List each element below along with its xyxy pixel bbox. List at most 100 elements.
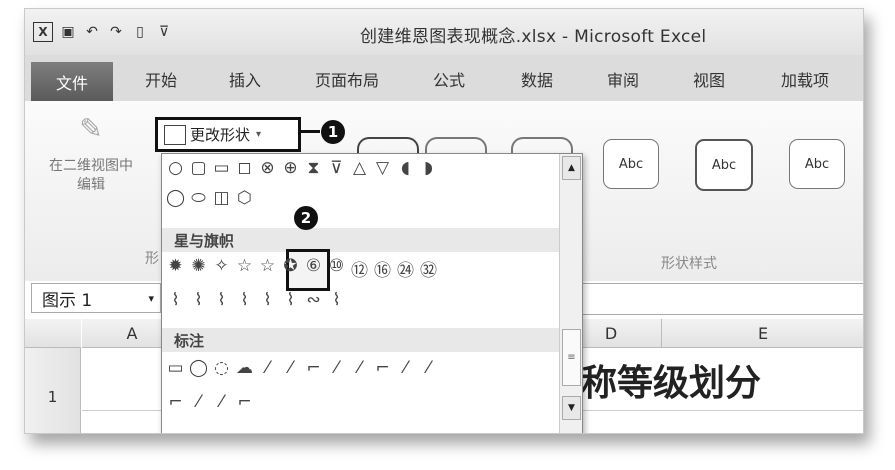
shape-item[interactable]: ✺ [189, 256, 208, 281]
shape-item[interactable]: ⌐ [166, 392, 185, 412]
edit-label-line2: 编辑 [77, 177, 105, 193]
tab-insert[interactable]: 插入 [229, 67, 261, 91]
save-icon[interactable]: ▣ [59, 23, 77, 41]
callout-1: 1 [321, 120, 345, 144]
shape-item[interactable]: ⑩ [327, 256, 346, 281]
shape-item[interactable]: ⁄ [396, 358, 415, 378]
shape-item[interactable]: ☆ [235, 256, 254, 281]
shape-item[interactable]: ㉜ [419, 256, 438, 281]
group-label-shape: 形 [145, 251, 159, 267]
shape-style-3[interactable]: Abc [789, 139, 845, 189]
shape-item[interactable]: ∾ [304, 290, 323, 310]
shape-item[interactable]: ⁄ [212, 392, 231, 412]
shape-item[interactable]: ⌇ [189, 290, 208, 310]
shape-item[interactable]: ◗ [419, 158, 438, 178]
shape-item[interactable]: ◫ [212, 188, 231, 208]
quick-access-toolbar: X ▣ ↶ ↷ ▯ ⊽ [33, 21, 179, 43]
redo-icon[interactable]: ↷ [107, 23, 125, 41]
shape-item[interactable]: ✪ [281, 256, 300, 281]
shape-item[interactable]: ⧗ [304, 158, 323, 178]
change-shape-button[interactable]: 更改形状 ▾ [155, 117, 301, 152]
undo-icon[interactable]: ↶ [83, 23, 101, 41]
shape-item[interactable]: ⌇ [166, 290, 185, 310]
shape-item[interactable]: ⌐ [304, 358, 323, 378]
shape-row-callouts-1: ▭ ◯ ◌ ☁ ⁄ ⁄ ⌐ ⁄ ⁄ ⌐ ⁄ ⁄ [166, 358, 438, 378]
tab-home[interactable]: 开始 [145, 67, 177, 91]
scroll-down-icon[interactable]: ▼ [562, 396, 581, 420]
shape-item[interactable]: ⁄ [350, 358, 369, 378]
tab-view[interactable]: 视图 [693, 67, 725, 91]
scroll-thumb[interactable]: ≡ [562, 329, 581, 386]
callout-1-leader [298, 130, 320, 133]
shape-item[interactable]: ⁄ [419, 358, 438, 378]
name-box-value: 图示 1 [42, 290, 93, 311]
shape-row-basic-1: ○ ▢ ▭ ◻ ⊗ ⊕ ⧗ ⊽ △ ▽ ◖ ◗ [166, 158, 438, 178]
row-header-1[interactable]: 1 [25, 348, 81, 410]
shape-item[interactable]: ◖ [396, 158, 415, 178]
shape-item[interactable]: ⁄ [189, 392, 208, 412]
shape-item[interactable]: ◌ [212, 358, 231, 378]
tab-formulas[interactable]: 公式 [433, 67, 465, 91]
gallery-scrollbar[interactable]: ▲ ≡ ▼ [559, 154, 582, 433]
callout-2: 2 [294, 206, 318, 230]
shape-item[interactable]: ✧ [212, 256, 231, 281]
shape-item[interactable]: ◯ [166, 188, 185, 208]
edit-label-line1: 在二维视图中 [49, 158, 133, 174]
shape-item[interactable]: ⁄ [327, 358, 346, 378]
shape-item[interactable]: ☁ [235, 358, 254, 378]
shape-item[interactable]: ▭ [212, 158, 231, 178]
shape-style-2[interactable]: Abc [695, 139, 753, 191]
shape-item[interactable]: ▽ [373, 158, 392, 178]
shape-item[interactable]: ◯ [189, 358, 208, 378]
shape-item[interactable]: ⊗ [258, 158, 277, 178]
shape-item[interactable]: ▭ [166, 358, 185, 378]
shape-item[interactable]: ⊽ [327, 158, 346, 178]
shape-item[interactable]: ⌇ [281, 290, 300, 310]
cell-text: 称等级划分 [581, 363, 762, 404]
shape-item[interactable]: △ [350, 158, 369, 178]
shape-item[interactable]: ⌇ [327, 290, 346, 310]
shape-item[interactable]: ⑫ [350, 256, 369, 281]
tab-addins[interactable]: 加载项 [781, 67, 829, 91]
section-stars-banners: 星与旗帜 [162, 228, 560, 252]
shape-row-stars-2: ⌇ ⌇ ⌇ ⌇ ⌇ ⌇ ∾ ⌇ [166, 290, 346, 310]
shape-item[interactable]: ㉔ [396, 256, 415, 281]
shape-item[interactable]: ○ [166, 158, 185, 178]
customize-icon[interactable]: ⊽ [155, 23, 173, 41]
excel-window: X ▣ ↶ ↷ ▯ ⊽ 创建维恩图表现概念.xlsx - Microsoft E… [24, 8, 864, 434]
excel-logo-icon[interactable]: X [33, 22, 53, 42]
column-header-e[interactable]: E [661, 319, 863, 348]
shape-item[interactable]: ⁄ [258, 358, 277, 378]
new-doc-icon[interactable]: ▯ [131, 23, 149, 41]
shape-item[interactable]: ⌐ [235, 392, 254, 412]
shape-item[interactable]: ⊕ [281, 158, 300, 178]
title-bar: X ▣ ↶ ↷ ▯ ⊽ 创建维恩图表现概念.xlsx - Microsoft E… [25, 9, 863, 55]
shape-item[interactable]: ⌐ [373, 358, 392, 378]
change-shape-label: 更改形状 [190, 126, 251, 144]
shape-item[interactable]: ⌇ [235, 290, 254, 310]
shape-item[interactable]: ⑯ [373, 256, 392, 281]
shape-item[interactable]: ⬭ [189, 188, 208, 208]
tab-file[interactable]: 文件 [31, 62, 113, 101]
edit-in-2d-button[interactable]: ✎ 在二维视图中 编辑 [31, 115, 151, 195]
scroll-up-icon[interactable]: ▲ [562, 156, 581, 180]
name-box-arrow-icon: ▾ [148, 291, 154, 305]
shape-row-basic-2: ◯ ⬭ ◫ ⬡ [166, 188, 254, 208]
row-header-2[interactable] [25, 410, 81, 433]
shape-gallery-dropdown: ○ ▢ ▭ ◻ ⊗ ⊕ ⧗ ⊽ △ ▽ ◖ ◗ ◯ ⬭ ◫ ⬡ 星与旗帜 2 ✹… [161, 153, 583, 433]
shape-item[interactable]: ▢ [189, 158, 208, 178]
name-box[interactable]: 图示 1 ▾ [31, 283, 161, 313]
shape-item[interactable]: ◻ [235, 158, 254, 178]
shape-item[interactable]: ⑥ [304, 256, 323, 281]
shape-item[interactable]: ✹ [166, 256, 185, 281]
tab-data[interactable]: 数据 [521, 67, 553, 91]
shape-style-1[interactable]: Abc [603, 139, 659, 189]
select-all-corner[interactable] [25, 319, 81, 348]
tab-review[interactable]: 审阅 [607, 67, 639, 91]
shape-item[interactable]: ⁄ [281, 358, 300, 378]
shape-item[interactable]: ⬡ [235, 188, 254, 208]
shape-item[interactable]: ⌇ [258, 290, 277, 310]
shape-item-star-selected[interactable]: ☆ [258, 256, 277, 281]
shape-item[interactable]: ⌇ [212, 290, 231, 310]
tab-page-layout[interactable]: 页面布局 [315, 67, 379, 91]
